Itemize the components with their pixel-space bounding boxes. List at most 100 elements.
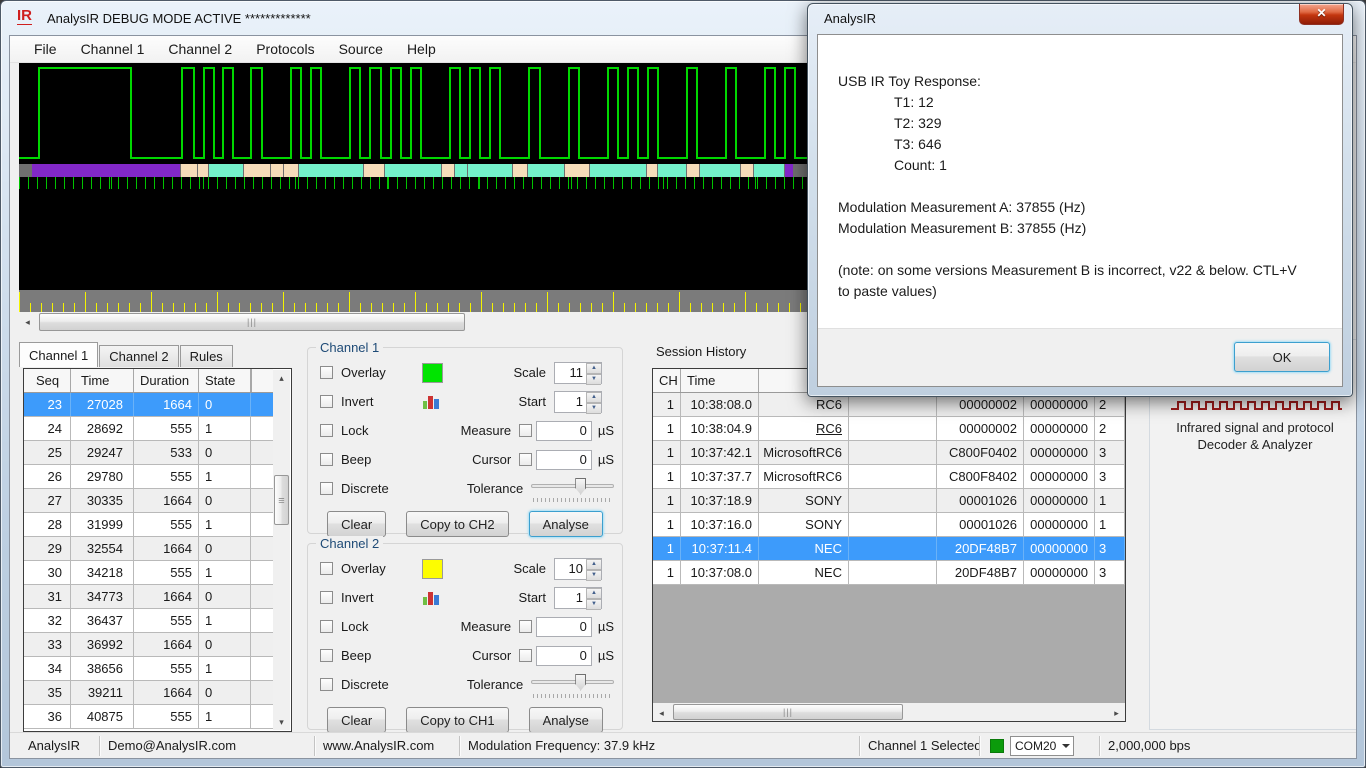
- overlay-checkbox-ch2[interactable]: [320, 562, 333, 575]
- start-spinner-ch1[interactable]: 1▲▼: [554, 391, 602, 413]
- invert-checkbox-ch1[interactable]: [320, 395, 333, 408]
- seq-row[interactable]: 313477316640: [24, 585, 273, 609]
- measure-checkbox-ch1[interactable]: [519, 424, 532, 437]
- start-spinner-ch2[interactable]: 1▲▼: [554, 587, 602, 609]
- discrete-checkbox-ch1[interactable]: [320, 482, 333, 495]
- overlay-checkbox-ch1[interactable]: [320, 366, 333, 379]
- measure-input-ch2[interactable]: 0: [536, 617, 592, 637]
- tolerance-slider-ch2[interactable]: [531, 672, 614, 698]
- dialog-body: USB IR Toy Response: T1: 12 T2: 329 T3: …: [818, 35, 1342, 328]
- scroll-left-arrow-icon[interactable]: ◂: [653, 704, 670, 722]
- seq-row[interactable]: 28319995551: [24, 513, 273, 537]
- scroll-up-arrow-icon[interactable]: ▴: [273, 370, 290, 386]
- seq-row[interactable]: 293255416640: [24, 537, 273, 561]
- seq-row[interactable]: 232702816640: [24, 393, 273, 417]
- tab-channel-2[interactable]: Channel 2: [99, 345, 178, 367]
- spinner-down-icon[interactable]: ▼: [586, 599, 601, 610]
- channel-color-swatch-ch2[interactable]: [422, 559, 443, 579]
- seq-row[interactable]: 25292475330: [24, 441, 273, 465]
- slider-thumb[interactable]: [575, 674, 586, 691]
- checkbox-label: Discrete: [341, 481, 389, 496]
- session-cell: 1: [653, 441, 681, 464]
- session-scrollbar-thumb[interactable]: |||: [673, 704, 903, 720]
- session-row[interactable]: 110:37:16.0SONY00001026000000001: [653, 513, 1125, 537]
- session-cell: C800F8402: [937, 465, 1024, 488]
- scroll-left-arrow-icon[interactable]: ◂: [19, 313, 36, 331]
- session-row[interactable]: 110:37:08.0NEC20DF48B7000000003: [653, 561, 1125, 585]
- session-row[interactable]: 110:37:37.7MicrosoftRC6C800F840200000000…: [653, 465, 1125, 489]
- clear-button-ch1[interactable]: Clear: [327, 511, 386, 537]
- scroll-down-arrow-icon[interactable]: ▾: [273, 714, 290, 730]
- menu-item-help[interactable]: Help: [395, 37, 448, 61]
- session-cell: 1: [1095, 489, 1125, 512]
- menu-item-channel-1[interactable]: Channel 1: [69, 37, 157, 61]
- menu-item-source[interactable]: Source: [327, 37, 395, 61]
- slider-thumb[interactable]: [575, 478, 586, 495]
- spinner-up-icon[interactable]: ▲: [586, 392, 601, 403]
- session-row[interactable]: 110:37:18.9SONY00001026000000001: [653, 489, 1125, 513]
- session-row[interactable]: 110:37:42.1MicrosoftRC6C800F040200000000…: [653, 441, 1125, 465]
- spinner-up-icon[interactable]: ▲: [586, 559, 601, 570]
- seq-row[interactable]: 26297805551: [24, 465, 273, 489]
- menu-item-protocols[interactable]: Protocols: [244, 37, 326, 61]
- session-row[interactable]: 110:37:11.4NEC20DF48B7000000003: [653, 537, 1125, 561]
- seq-cell: 31: [24, 585, 71, 608]
- cursor-checkbox-ch1[interactable]: [519, 453, 532, 466]
- measure-checkbox-ch2[interactable]: [519, 620, 532, 633]
- status-website: www.AnalysIR.com: [315, 736, 460, 756]
- seq-row[interactable]: 24286925551: [24, 417, 273, 441]
- channel-color-swatch-ch1[interactable]: [422, 363, 443, 383]
- tolerance-slider-ch1[interactable]: [531, 476, 614, 502]
- seq-row[interactable]: 34386565551: [24, 657, 273, 681]
- com-port-select[interactable]: COM20: [1010, 736, 1074, 756]
- decoded-segment: [647, 164, 657, 177]
- tab-channel-1[interactable]: Channel 1: [19, 342, 98, 367]
- spinner-down-icon[interactable]: ▼: [586, 570, 601, 581]
- cursor-checkbox-ch2[interactable]: [519, 649, 532, 662]
- start-spinner-ch2-buttons: ▲▼: [586, 588, 601, 608]
- scroll-right-arrow-icon[interactable]: ▸: [1108, 704, 1125, 722]
- spinner-down-icon[interactable]: ▼: [586, 403, 601, 414]
- seq-row[interactable]: 30342185551: [24, 561, 273, 585]
- copy-button-ch1[interactable]: Copy to CH2: [406, 511, 508, 537]
- session-scrollbar[interactable]: ◂ ||| ▸: [653, 703, 1125, 721]
- seq-row[interactable]: 353921116640: [24, 681, 273, 705]
- menu-item-channel-2[interactable]: Channel 2: [156, 37, 244, 61]
- spinner-up-icon[interactable]: ▲: [586, 588, 601, 599]
- checkbox-group: Discrete: [316, 481, 412, 496]
- seq-row[interactable]: 36408755551: [24, 705, 273, 729]
- seq-row[interactable]: 273033516640: [24, 489, 273, 513]
- menu-item-file[interactable]: File: [22, 37, 69, 61]
- tolerance-label: Tolerance: [459, 677, 532, 692]
- ok-button[interactable]: OK: [1234, 342, 1330, 372]
- seq-row[interactable]: 32364375551: [24, 609, 273, 633]
- spinner-up-icon[interactable]: ▲: [586, 363, 601, 374]
- analyse-button-ch2[interactable]: Analyse: [529, 707, 603, 733]
- session-row[interactable]: 110:38:04.9RC600000002000000002: [653, 417, 1125, 441]
- scale-spinner-ch1[interactable]: 11▲▼: [554, 362, 602, 384]
- seq-row[interactable]: 333699216640: [24, 633, 273, 657]
- lock-checkbox-ch1[interactable]: [320, 424, 333, 437]
- tab-rules[interactable]: Rules: [180, 345, 233, 367]
- dialog-close-button[interactable]: ✕: [1299, 4, 1344, 25]
- seq-table-vscrollbar[interactable]: ▴ ≡ ▾: [273, 370, 290, 730]
- cursor-input-ch2[interactable]: 0: [536, 646, 592, 666]
- beep-checkbox-ch2[interactable]: [320, 649, 333, 662]
- spinner-down-icon[interactable]: ▼: [586, 374, 601, 385]
- seq-cell: 36992: [71, 633, 134, 656]
- dialog-note-line1: (note: on some versions Measurement B is…: [838, 260, 1322, 281]
- seq-scrollbar-thumb[interactable]: ≡: [274, 475, 289, 525]
- analyse-button-ch1[interactable]: Analyse: [529, 511, 603, 537]
- cursor-input-ch1[interactable]: 0: [536, 450, 592, 470]
- measure-input-ch1[interactable]: 0: [536, 421, 592, 441]
- clear-button-ch2[interactable]: Clear: [327, 707, 386, 733]
- waveform-scrollbar-thumb[interactable]: |||: [39, 313, 465, 331]
- seq-cell-filler: [251, 561, 273, 584]
- invert-checkbox-ch2[interactable]: [320, 591, 333, 604]
- scale-spinner-ch2[interactable]: 10▲▼: [554, 558, 602, 580]
- beep-checkbox-ch1[interactable]: [320, 453, 333, 466]
- copy-button-ch2[interactable]: Copy to CH1: [406, 707, 508, 733]
- discrete-checkbox-ch2[interactable]: [320, 678, 333, 691]
- session-cell: [849, 489, 937, 512]
- lock-checkbox-ch2[interactable]: [320, 620, 333, 633]
